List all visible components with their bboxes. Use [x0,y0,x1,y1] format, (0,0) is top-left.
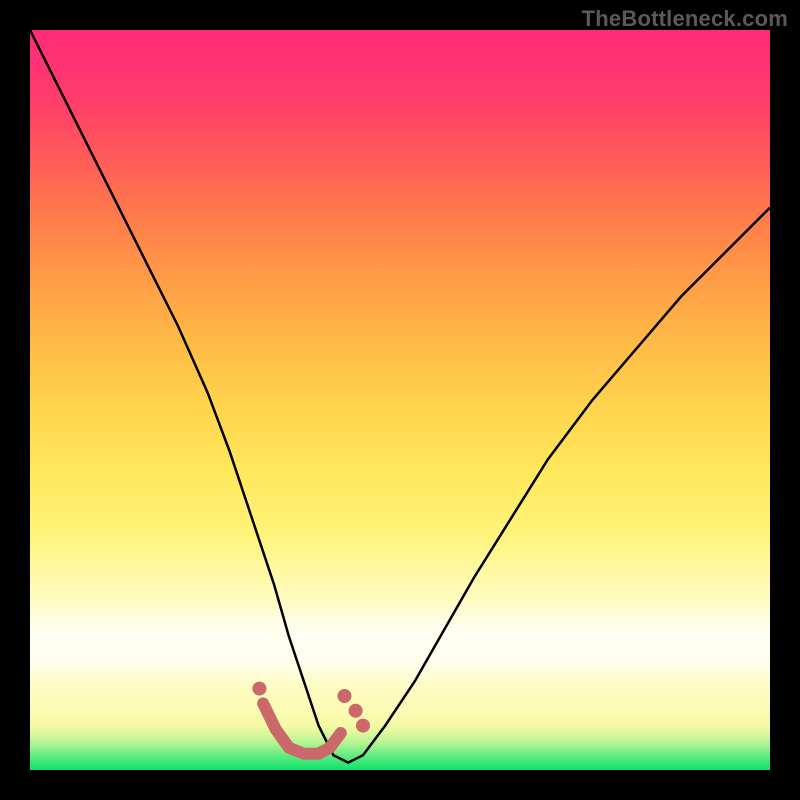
trough-markers [263,703,341,753]
chart-plot-area [30,30,770,770]
marker-right-dot2 [349,704,363,718]
bottleneck-curve [30,30,770,763]
marker-right-dot3 [356,719,370,733]
chart-svg [30,30,770,770]
watermark-text: TheBottleneck.com [582,6,788,32]
chart-frame: TheBottleneck.com [0,0,800,800]
marker-right-dot1 [338,689,352,703]
marker-left-dot [252,682,266,696]
